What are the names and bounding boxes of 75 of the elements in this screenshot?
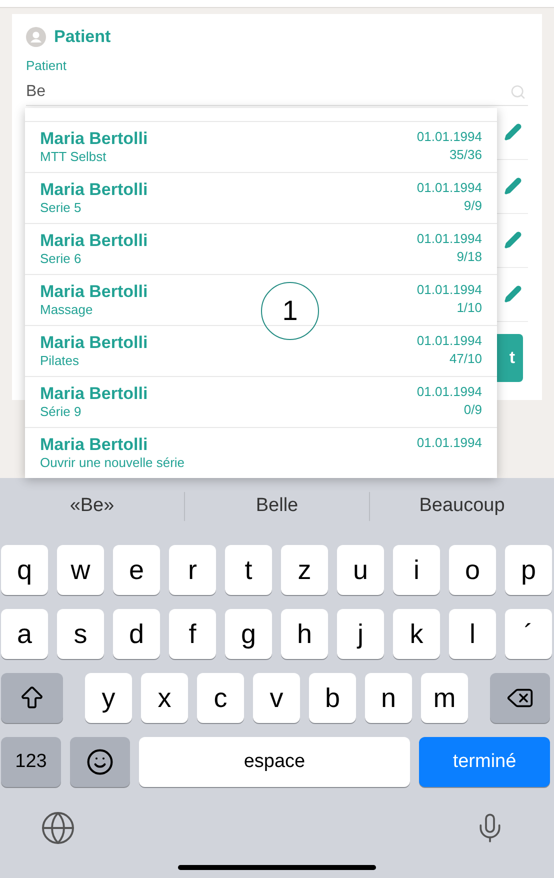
keyboard-key[interactable]: l [449, 609, 496, 659]
edit-pencil-icon[interactable] [504, 123, 522, 141]
keyboard-key[interactable]: m [421, 673, 468, 723]
session-count: 35/36 [449, 146, 482, 164]
series-name: Ouvrir une nouvelle série [40, 455, 185, 471]
keyboard-key[interactable]: e [113, 545, 160, 595]
search-icon [510, 84, 526, 100]
birth-date: 01.01.1994 [416, 128, 482, 146]
patient-name: Maria Bertolli [40, 129, 148, 149]
keyboard-key[interactable]: t [225, 545, 272, 595]
keyboard-key[interactable]: a [1, 609, 48, 659]
birth-date: 01.01.1994 [416, 332, 482, 350]
shift-key[interactable] [1, 673, 63, 723]
series-name: Serie 6 [40, 251, 82, 267]
session-count: 0/9 [464, 401, 482, 419]
edit-pencil-icon[interactable] [504, 231, 522, 249]
patient-name: Maria Bertolli [40, 333, 148, 353]
birth-date: 01.01.1994 [416, 230, 482, 248]
keyboard-key[interactable]: ´ [505, 609, 552, 659]
keyboard-key[interactable]: j [337, 609, 384, 659]
word-suggestion[interactable]: Beaucoup [419, 492, 505, 521]
numbers-key[interactable]: 123 [1, 737, 61, 787]
person-avatar-icon [26, 27, 46, 47]
smiley-icon [86, 748, 114, 776]
birth-date: 01.01.1994 [416, 434, 482, 452]
keyboard-key[interactable]: g [225, 609, 272, 659]
session-count: 9/9 [464, 197, 482, 215]
series-name: MTT Selbst [40, 149, 108, 165]
keyboard-key[interactable]: s [57, 609, 104, 659]
field-label: Patient [26, 57, 68, 75]
keyboard-key[interactable]: h [281, 609, 328, 659]
birth-date: 01.01.1994 [416, 281, 482, 299]
series-name: Massage [40, 302, 94, 318]
keyboard-key[interactable]: r [169, 545, 216, 595]
patient-name: Maria Bertolli [40, 180, 148, 200]
keyboard-key[interactable]: n [365, 673, 412, 723]
space-key[interactable]: espace [139, 737, 410, 787]
keyboard-key[interactable]: b [309, 673, 356, 723]
keyboard-key[interactable]: x [141, 673, 188, 723]
patient-search-field[interactable]: Be [26, 80, 528, 106]
session-count: 9/18 [456, 248, 482, 266]
session-count: 47/10 [449, 350, 482, 368]
delete-key[interactable] [490, 673, 550, 723]
word-suggestion[interactable]: Belle [256, 492, 298, 521]
keyboard-key[interactable]: u [337, 545, 384, 595]
birth-date: 01.01.1994 [416, 383, 482, 401]
keyboard-key[interactable]: w [57, 545, 104, 595]
emoji-key[interactable] [70, 737, 130, 787]
word-suggestion[interactable]: «Be» [70, 492, 114, 521]
keyboard-key[interactable]: o [449, 545, 496, 595]
keyboard-key[interactable]: d [113, 609, 160, 659]
edit-pencil-icon[interactable] [504, 177, 522, 195]
patient-name: Maria Bertolli [40, 435, 149, 455]
section-title: Patient [54, 26, 111, 48]
keyboard-key[interactable]: z [281, 545, 328, 595]
keyboard-key[interactable]: y [85, 673, 132, 723]
edit-pencil-icon[interactable] [504, 285, 522, 303]
series-name: Série 9 [40, 404, 82, 420]
keyboard-key[interactable]: q [1, 545, 48, 595]
globe-icon[interactable] [40, 810, 76, 846]
series-name: Serie 5 [40, 200, 82, 216]
patient-name: Maria Bertolli [40, 384, 148, 404]
keyboard-key[interactable]: k [393, 609, 440, 659]
callout-marker: 1 [261, 282, 319, 340]
keyboard-key[interactable]: v [253, 673, 300, 723]
keyboard-key[interactable]: f [169, 609, 216, 659]
keyboard-key[interactable]: i [393, 545, 440, 595]
session-count: 1/10 [456, 299, 482, 317]
keyboard-key[interactable]: c [197, 673, 244, 723]
patient-name: Maria Bertolli [40, 282, 148, 302]
keyboard-key[interactable]: p [505, 545, 552, 595]
birth-date: 01.01.1994 [416, 179, 482, 197]
patient-name: Maria Bertolli [40, 231, 148, 251]
done-key[interactable]: terminé [419, 737, 550, 787]
series-name: Pilates [40, 353, 80, 369]
